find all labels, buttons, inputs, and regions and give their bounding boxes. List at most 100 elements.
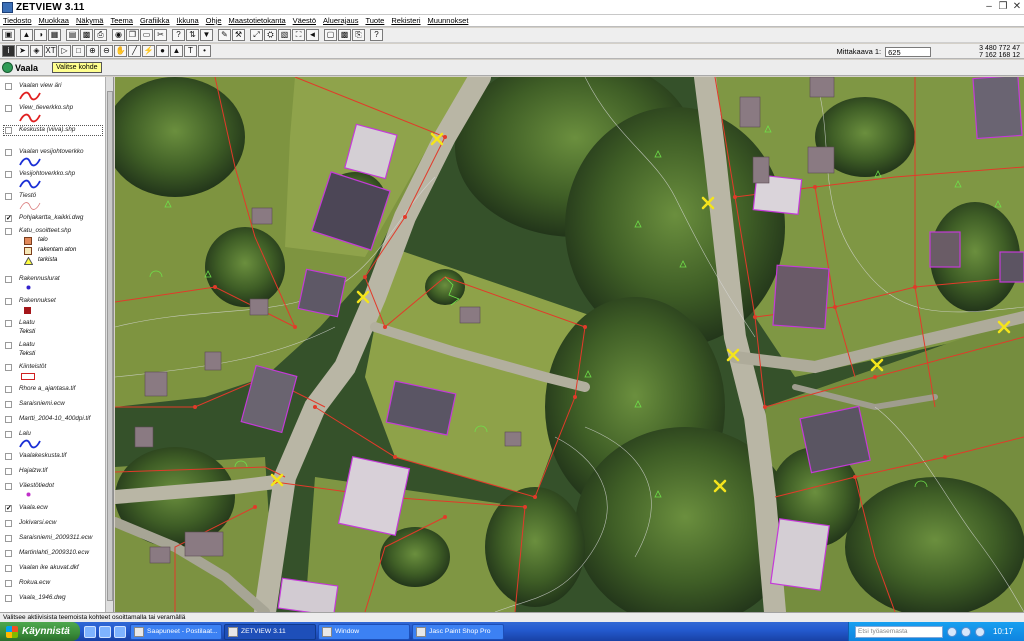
vertex-icon[interactable]: ◈ (30, 45, 43, 57)
volume-icon[interactable] (975, 626, 985, 637)
orthophoto-map[interactable] (115, 77, 1024, 612)
layer-checkbox[interactable] (5, 431, 12, 438)
layer-checkbox[interactable] (5, 193, 12, 200)
legend-item[interactable]: Rakennukset (0, 297, 106, 319)
layer-checkbox[interactable] (5, 401, 12, 408)
layer-checkbox[interactable] (5, 468, 12, 475)
layer-checkbox[interactable] (5, 386, 12, 393)
info-icon[interactable]: i (2, 45, 15, 57)
minimize-icon[interactable]: – (984, 1, 994, 12)
layer-checkbox[interactable] (5, 298, 12, 305)
legend-item[interactable]: Vaalan view äri (0, 82, 106, 104)
legend-scroll-thumb[interactable] (107, 91, 113, 601)
copy-icon[interactable]: ❐ (126, 29, 139, 41)
layer-checkbox[interactable] (5, 453, 12, 460)
filter-icon[interactable]: ▼ (200, 29, 213, 41)
table-icon[interactable]: ▦ (48, 29, 61, 41)
task-paintshop[interactable]: Jasc Paint Shop Pro (412, 623, 504, 640)
legend-item[interactable]: Saraisniemi.ecw (0, 400, 106, 415)
layer-checkbox[interactable] (5, 550, 12, 557)
chart-icon[interactable]: ▩ (80, 29, 93, 41)
legend-item[interactable]: Hajalzw.tif (0, 467, 106, 482)
legend-item[interactable]: Kiinteistöt (0, 363, 106, 385)
menu-graphics[interactable]: Grafiikka (140, 16, 170, 25)
restore-icon[interactable]: ❐ (998, 1, 1008, 12)
layer-checkbox[interactable] (5, 520, 12, 527)
legend-item[interactable]: Vaalan vesijohtoverkko (0, 148, 106, 170)
layer-checkbox[interactable] (5, 320, 12, 327)
legend-item[interactable]: ✓ Pohjakartta_kaikki.dwg (0, 214, 106, 227)
task-window[interactable]: Window (318, 623, 410, 640)
layer-checkbox[interactable] (5, 342, 12, 349)
open-icon[interactable]: ▲ (20, 29, 33, 41)
zoom-previous-icon[interactable]: ◄ (306, 29, 319, 41)
zoom-full-icon[interactable]: ⛶ (292, 29, 305, 41)
clear-select-icon[interactable]: ▢ (324, 29, 337, 41)
legend-item[interactable]: Rhore a_ajantasa.tif (0, 385, 106, 400)
tools-icon[interactable]: ⚒ (232, 29, 245, 41)
edit-icon[interactable]: ✎ (218, 29, 231, 41)
layer-checkbox[interactable] (5, 127, 12, 134)
legend-item[interactable]: Jokivarsi.ecw (0, 519, 106, 534)
zoom-select-icon[interactable]: ▧ (278, 29, 291, 41)
start-button[interactable]: Käynnistä (0, 622, 80, 641)
scale-input[interactable]: 625 (885, 46, 932, 57)
printer-icon[interactable]: ⎘ (352, 29, 365, 41)
select-icon[interactable]: ▷ (58, 45, 71, 57)
layer-checkbox[interactable] (5, 228, 12, 235)
select-all-icon[interactable]: ▩ (338, 29, 351, 41)
pointer-icon[interactable]: ➤ (16, 45, 29, 57)
theme-icon[interactable]: ◑ (34, 29, 47, 41)
layer-checkbox[interactable]: ✓ (5, 215, 12, 222)
layer-checkbox[interactable] (5, 171, 12, 178)
menu-population[interactable]: Väestö (293, 16, 316, 25)
legend-item[interactable]: Vesijohtoverkko.shp (0, 170, 106, 192)
map-canvas[interactable] (115, 77, 1024, 612)
layer-checkbox[interactable] (5, 83, 12, 90)
layer-checkbox[interactable] (5, 580, 12, 587)
menu-theme[interactable]: Teema (110, 16, 133, 25)
legend-item[interactable]: Martti_2004-10_400dpi.tif (0, 415, 106, 430)
layer-checkbox[interactable] (5, 483, 12, 490)
legend-item[interactable]: Vaalan ike akuvat.dkf (0, 564, 106, 579)
hotlink-icon[interactable]: ⚡ (142, 45, 155, 57)
layer-checkbox[interactable] (5, 149, 12, 156)
legend-scrollbar[interactable] (105, 77, 113, 612)
legend-item[interactable]: Laatu Teksti (0, 319, 106, 341)
query-icon[interactable]: ? (172, 29, 185, 41)
binoculars-icon[interactable]: ◉ (112, 29, 125, 41)
menu-product[interactable]: Tuote (365, 16, 384, 25)
print-icon[interactable]: ⎙ (94, 29, 107, 41)
layer-checkbox[interactable] (5, 416, 12, 423)
zoom-layer-icon[interactable]: ⛭ (264, 29, 277, 41)
legend-item[interactable]: Rokua.ecw (0, 579, 106, 594)
menu-registry[interactable]: Rekisteri (391, 16, 420, 25)
legend-item[interactable]: Keskusta (viiva).shp (0, 125, 106, 148)
legend-item[interactable]: Laatu Teksti (0, 341, 106, 363)
area-icon[interactable]: ▲ (170, 45, 183, 57)
draw-point-icon[interactable]: • (198, 45, 211, 57)
layer-checkbox[interactable] (5, 105, 12, 112)
search-icon[interactable] (947, 626, 957, 637)
text-icon[interactable]: XT (44, 45, 57, 57)
legend-item[interactable]: Saraisniemi_2009311.ecw (0, 534, 106, 549)
legend-item[interactable]: Vaalakeskusta.tif (0, 452, 106, 467)
measure-icon[interactable]: ╱ (128, 45, 141, 57)
layout-icon[interactable]: ▤ (66, 29, 79, 41)
desktop-search-input[interactable]: Etsi työasemasta (855, 625, 943, 638)
close-icon[interactable]: ✕ (1012, 1, 1022, 12)
menu-terrain-db[interactable]: Maastotietokanta (229, 16, 286, 25)
legend-item[interactable]: Martinlahti_2009310.ecw (0, 549, 106, 564)
menu-help[interactable]: Ohje (206, 16, 222, 25)
label-icon[interactable]: ● (156, 45, 169, 57)
menu-window[interactable]: Ikkuna (177, 16, 199, 25)
mail-icon[interactable] (99, 625, 111, 638)
layer-checkbox[interactable] (5, 535, 12, 542)
draw-text-icon[interactable]: T (184, 45, 197, 57)
layer-checkbox[interactable]: ✓ (5, 505, 12, 512)
layer-checkbox[interactable] (5, 595, 12, 602)
menu-edit[interactable]: Muokkaa (39, 16, 69, 25)
desktop-icon[interactable] (114, 625, 126, 638)
legend-item[interactable]: Väestötiedot (0, 482, 106, 504)
legend-item[interactable]: Katu_osoitteet.shp talo rakentam aton ta… (0, 227, 106, 275)
